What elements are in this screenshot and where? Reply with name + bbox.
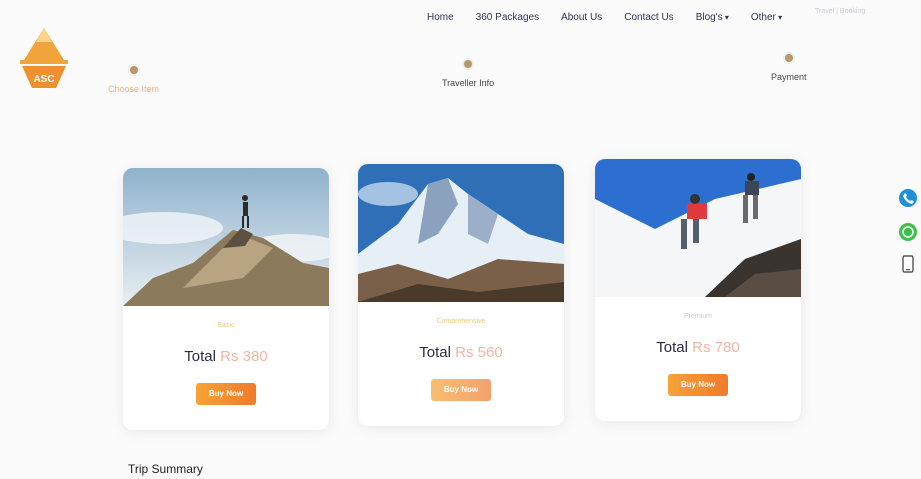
mountain-summit-image [123, 168, 329, 306]
step-label: Traveller Info [442, 78, 495, 88]
nav-blogs-dropdown[interactable]: Blog's [696, 12, 729, 23]
total-label: Total [419, 344, 451, 361]
step-traveller-info[interactable]: Traveller Info [442, 60, 494, 88]
step-dot [784, 54, 793, 62]
nav-home[interactable]: Home [427, 12, 454, 23]
nav-other-dropdown[interactable]: Other [751, 12, 782, 23]
phone-icon[interactable] [898, 188, 918, 213]
step-label: Choose Item [108, 84, 160, 94]
nav-360-packages[interactable]: 360 Packages [476, 12, 539, 23]
step-payment[interactable]: Payment [771, 54, 807, 82]
package-name: Basic [217, 322, 235, 329]
nav-about-us[interactable]: About Us [561, 12, 602, 23]
trip-summary-heading: Trip Summary [128, 462, 203, 476]
step-dot [464, 60, 473, 68]
snow-mountain-image [358, 164, 564, 302]
nav-extra-links[interactable]: Travel | Booking [815, 8, 865, 15]
climbers-snow-image [595, 159, 801, 297]
step-dot [129, 66, 138, 74]
package-card-comprehensive: Comprehensive Total Rs 560 Buy Now [358, 164, 564, 426]
package-name: Premium [683, 313, 712, 320]
step-choose-item[interactable]: Choose Item [108, 66, 159, 94]
total-price: Rs 560 [455, 344, 503, 361]
total-label: Total [184, 348, 216, 365]
nav-contact-us[interactable]: Contact Us [624, 12, 673, 23]
whatsapp-icon[interactable] [898, 222, 918, 247]
package-total: Total Rs 780 [595, 339, 801, 356]
package-name: Comprehensive [436, 318, 486, 325]
package-total: Total Rs 560 [358, 344, 564, 361]
buy-now-button[interactable]: Buy Now [196, 383, 256, 405]
buy-now-button[interactable]: Buy Now [668, 374, 728, 396]
package-card-premium: Premium Total Rs 780 Buy Now [595, 159, 801, 421]
mobile-icon[interactable] [898, 254, 918, 279]
total-label: Total [656, 339, 688, 356]
package-card-basic: Basic Total Rs 380 Buy Now [123, 168, 329, 430]
package-total: Total Rs 380 [123, 348, 329, 365]
step-label: Payment [771, 72, 807, 82]
total-price: Rs 380 [220, 348, 268, 365]
total-price: Rs 780 [692, 339, 740, 356]
buy-now-button[interactable]: Buy Now [431, 379, 491, 401]
booking-stepper: Choose Item Traveller Info Payment [0, 54, 921, 116]
main-nav: Home 360 Packages About Us Contact Us Bl… [427, 12, 804, 23]
